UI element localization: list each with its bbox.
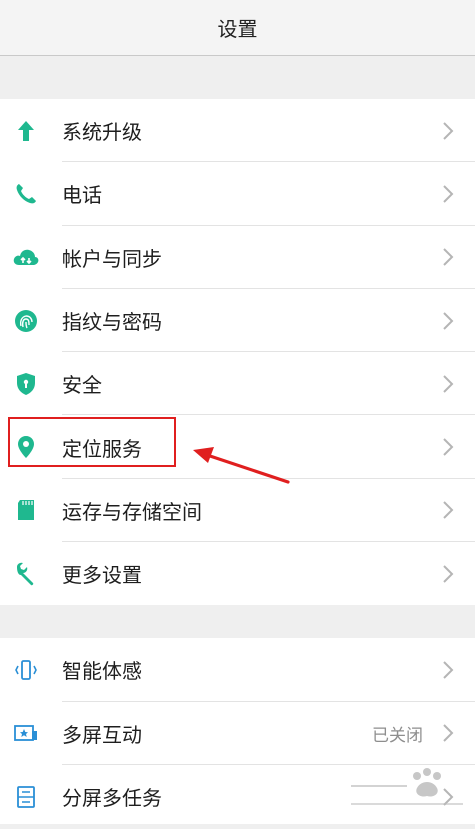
settings-item-system-update[interactable]: 系统升级 — [0, 99, 475, 163]
settings-item-label: 帐户与同步 — [62, 246, 162, 271]
settings-item-label: 电话 — [62, 183, 102, 208]
page-title: 设置 — [217, 17, 258, 41]
settings-item-label: 指纹与密码 — [62, 310, 162, 335]
settings-item-multi-screen[interactable]: 多屏互动 已关闭 — [0, 702, 475, 765]
settings-item-security[interactable]: 安全 — [0, 352, 475, 416]
settings-item-label: 智能体感 — [62, 659, 142, 684]
screen-share-icon — [12, 719, 40, 747]
chevron-right-icon — [443, 438, 454, 456]
chevron-right-icon — [443, 121, 454, 140]
settings-item-label: 更多设置 — [62, 563, 142, 588]
arrow-up-icon — [12, 117, 40, 145]
settings-group-main: 系统升级 电话 帐户与同步 指纹与密码 安全 定位服务 运存与存储空间 更多设置 — [0, 99, 475, 605]
settings-item-account-sync[interactable]: 帐户与同步 — [0, 226, 475, 289]
watermark-logo — [351, 768, 463, 805]
chevron-right-icon — [443, 185, 454, 203]
settings-item-label: 多屏互动 — [62, 722, 142, 747]
annotation-arrow — [193, 447, 290, 484]
phone-vibrate-icon — [12, 656, 40, 684]
fingerprint-icon — [12, 307, 40, 335]
chevron-right-icon — [443, 661, 454, 679]
split-screen-icon — [12, 783, 40, 811]
chevron-right-icon — [443, 248, 454, 266]
sd-card-icon — [12, 496, 40, 524]
chevron-right-icon — [443, 724, 454, 742]
highlight-box — [8, 417, 176, 467]
settings-item-smart-motion[interactable]: 智能体感 — [0, 638, 475, 702]
status-value: 已关闭 — [372, 725, 423, 746]
title-bar: 设置 — [0, 0, 475, 56]
shield-icon — [12, 370, 40, 398]
wrench-icon — [12, 560, 40, 588]
phone-icon — [12, 180, 40, 208]
settings-item-label: 分屏多任务 — [62, 786, 162, 811]
chevron-right-icon — [443, 501, 454, 520]
chevron-right-icon — [443, 375, 454, 393]
cloud-sync-icon — [12, 243, 40, 271]
settings-item-label: 安全 — [62, 373, 102, 398]
chevron-right-icon — [443, 311, 454, 330]
settings-item-label: 系统升级 — [62, 120, 142, 145]
settings-item-fingerprint-password[interactable]: 指纹与密码 — [0, 289, 475, 353]
settings-item-phone[interactable]: 电话 — [0, 162, 475, 226]
settings-item-label: 运存与存储空间 — [62, 499, 202, 524]
chevron-right-icon — [443, 565, 454, 583]
settings-item-more-settings[interactable]: 更多设置 — [0, 542, 475, 605]
